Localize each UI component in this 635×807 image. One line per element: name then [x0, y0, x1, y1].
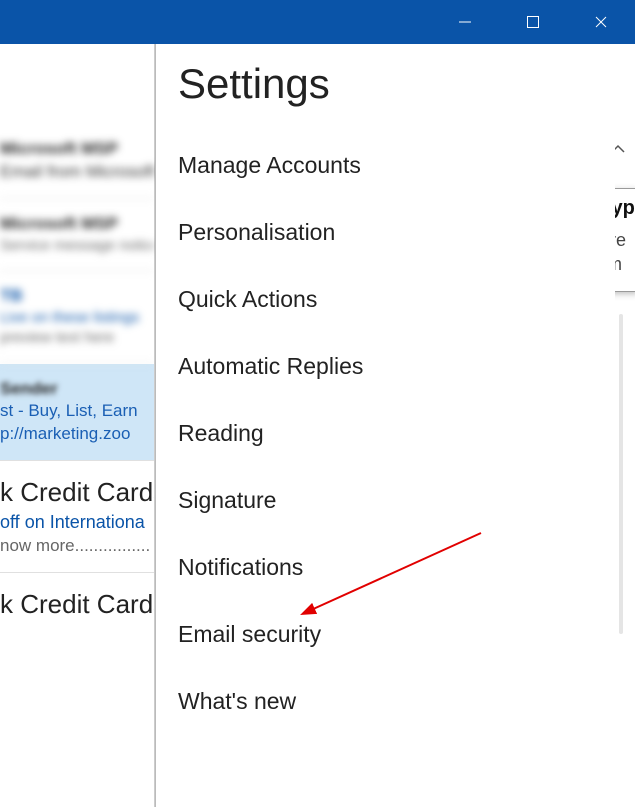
- scrollbar-track[interactable]: [619, 314, 623, 634]
- settings-title: Settings: [178, 60, 615, 108]
- mail-subline: off on Internationa: [0, 510, 144, 534]
- mail-preview: now more................: [0, 535, 144, 558]
- close-button[interactable]: [567, 0, 635, 44]
- mail-title: k Credit Cards: [0, 587, 144, 622]
- maximize-icon: [526, 15, 540, 29]
- maximize-button[interactable]: [499, 0, 567, 44]
- settings-item-personalisation[interactable]: Personalisation: [178, 201, 615, 268]
- mail-item-blurred: Microsoft MSP Service message notice: [0, 199, 154, 271]
- settings-item-quick-actions[interactable]: Quick Actions: [178, 268, 615, 335]
- settings-panel: Settings Manage Accounts Personalisation…: [155, 44, 615, 807]
- mail-selected-line1: st - Buy, List, Earn: [0, 400, 144, 423]
- minimize-button[interactable]: [431, 0, 499, 44]
- mail-item-blurred: Microsoft MSP Email from Microsoft: [0, 124, 154, 199]
- mail-item-blurred: TB Live on these listings preview text h…: [0, 271, 154, 363]
- settings-item-email-security[interactable]: Email security: [178, 603, 615, 670]
- settings-item-whats-new[interactable]: What's new: [178, 670, 615, 737]
- settings-item-automatic-replies[interactable]: Automatic Replies: [178, 335, 615, 402]
- mail-item-selected[interactable]: Sender st - Buy, List, Earn p://marketin…: [0, 364, 154, 462]
- settings-item-manage-accounts[interactable]: Manage Accounts: [178, 134, 615, 201]
- mail-item[interactable]: k Credit Cards: [0, 573, 154, 636]
- mail-title: k Credit Cards: [0, 475, 144, 510]
- mail-item[interactable]: k Credit Cards off on Internationa now m…: [0, 461, 154, 572]
- close-icon: [594, 15, 608, 29]
- settings-item-reading[interactable]: Reading: [178, 402, 615, 469]
- settings-item-notifications[interactable]: Notifications: [178, 536, 615, 603]
- settings-item-signature[interactable]: Signature: [178, 469, 615, 536]
- mail-selected-line2: p://marketing.zoo: [0, 423, 144, 446]
- minimize-icon: [458, 15, 472, 29]
- window-titlebar: [0, 0, 635, 44]
